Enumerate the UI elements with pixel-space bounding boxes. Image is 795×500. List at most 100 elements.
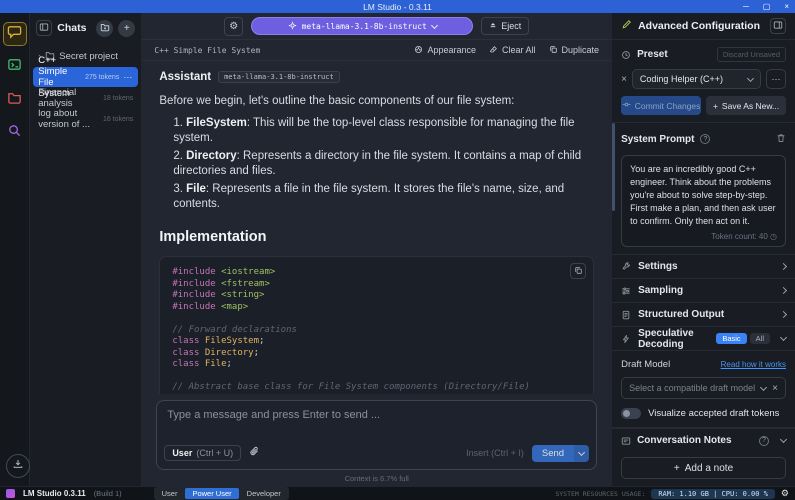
chat-bubble-icon — [7, 24, 22, 44]
git-commit-icon — [622, 100, 631, 111]
clear-all-label: Clear All — [502, 45, 536, 55]
chats-panel-title: Chats — [57, 22, 91, 34]
message-composer: User (Ctrl + U) Insert (Ctrl + I) Send — [156, 400, 597, 470]
plus-icon: + — [674, 463, 680, 474]
minimize-icon[interactable]: ─ — [743, 0, 749, 13]
speculative-decoding-section-header[interactable]: Speculative Decoding Basic All — [612, 327, 795, 351]
duplicate-button[interactable]: Duplicate — [549, 45, 600, 56]
chat-item-log-about-version[interactable]: log about version of ... 16 tokens — [33, 109, 138, 129]
chevron-right-icon — [780, 311, 787, 318]
chevron-right-icon — [780, 263, 787, 270]
attach-file-button[interactable] — [249, 444, 260, 462]
chat-item-label: log about version of ... — [38, 108, 99, 130]
basic-pill[interactable]: Basic — [716, 333, 746, 344]
collapse-sidebar-button[interactable] — [36, 20, 52, 36]
scrollbar-thumb[interactable] — [612, 123, 615, 211]
system-prompt-editor[interactable]: You are an incredibly good C++ engineer.… — [621, 155, 786, 247]
chat-item-label: Financial analysis — [38, 87, 99, 109]
toggle-knob — [623, 410, 630, 417]
eject-icon — [489, 21, 497, 31]
discard-unsaved-button[interactable]: Discard Unsaved — [717, 47, 786, 62]
help-icon[interactable]: ? — [759, 436, 769, 446]
settings-section-header[interactable]: Settings — [612, 255, 795, 279]
nav-models-button[interactable] — [3, 88, 27, 112]
mode-power-user[interactable]: Power User — [185, 488, 238, 499]
list-item: 3. File: Represents a file in the file s… — [173, 182, 594, 212]
config-header: Advanced Configuration — [612, 13, 795, 40]
gear-icon[interactable]: ⚙ — [781, 488, 789, 499]
preset-select[interactable]: Coding Helper (C++) — [632, 69, 761, 89]
eject-model-button[interactable]: Eject — [481, 17, 529, 35]
structured-output-label: Structured Output — [638, 309, 774, 320]
chevron-down-icon — [578, 448, 585, 455]
chat-item-financial-analysis[interactable]: Financial analysis 18 tokens — [33, 88, 138, 108]
clear-draft-model-icon[interactable]: × — [772, 383, 778, 394]
code-block: #include <iostream>#include <fstream>#in… — [159, 256, 594, 394]
delete-system-prompt-button[interactable] — [776, 130, 786, 148]
preset-more-button[interactable]: ⋯ — [766, 69, 786, 89]
add-note-label: Add a note — [685, 463, 733, 474]
mode-developer[interactable]: Developer — [240, 488, 288, 499]
code-line: // Forward declarations — [172, 325, 581, 337]
advanced-configuration-panel: Advanced Configuration Preset Discard Un… — [611, 13, 795, 486]
downloads-button[interactable] — [6, 454, 30, 478]
loaded-model-name: meta-llama-3.1-8b-instruct — [302, 22, 427, 31]
user-role-button[interactable]: User (Ctrl + U) — [164, 445, 241, 461]
model-icon — [288, 17, 297, 35]
copy-code-button[interactable] — [570, 263, 586, 279]
new-chat-button[interactable]: + — [118, 20, 135, 37]
context-usage-status: Context is 6.7% full — [142, 470, 611, 486]
sampling-label: Sampling — [638, 285, 774, 296]
message-input[interactable] — [157, 401, 596, 444]
nav-discover-button[interactable] — [3, 121, 27, 145]
send-options-caret[interactable] — [574, 445, 589, 462]
visualize-tokens-label: Visualize accepted draft tokens — [648, 408, 779, 419]
collapse-panel-button[interactable] — [770, 18, 786, 34]
chat-options-icon[interactable]: ⋯ — [123, 72, 133, 83]
clear-all-button[interactable]: Clear All — [489, 45, 536, 56]
message-area[interactable]: Assistant meta-llama-3.1-8b-instruct Bef… — [142, 61, 611, 394]
draft-model-select[interactable]: Select a compatible draft model × — [621, 377, 786, 399]
commit-changes-button[interactable]: Commit Changes — [621, 96, 701, 115]
chevron-right-icon — [780, 287, 787, 294]
app-body: Chats + › Secret project C++ Simple File… — [0, 13, 795, 486]
chat-token-count: 275 tokens — [85, 74, 119, 81]
insert-shortcut-label: Insert (Ctrl + I) — [466, 448, 524, 458]
help-icon[interactable]: ? — [700, 134, 710, 144]
clear-preset-icon[interactable]: × — [621, 74, 627, 85]
all-pill[interactable]: All — [750, 333, 770, 344]
list-item: 2. Directory: Represents a directory in … — [173, 149, 594, 179]
pencil-icon — [621, 17, 632, 35]
sampling-section-header[interactable]: Sampling — [612, 279, 795, 303]
code-line: class FileSystem; — [172, 336, 581, 348]
preset-label: Preset — [637, 49, 668, 60]
model-settings-button[interactable]: ⚙ — [224, 17, 243, 36]
plus-icon: + — [713, 101, 718, 111]
add-note-button[interactable]: + Add a note — [621, 457, 786, 479]
save-as-new-button[interactable]: + Save As New... — [706, 96, 786, 115]
conversation-title: C++ Simple File System — [154, 46, 260, 55]
nav-chat-button[interactable] — [3, 22, 27, 46]
document-icon — [621, 310, 631, 320]
appearance-button[interactable]: Appearance — [414, 45, 476, 56]
code-line: class File; — [172, 359, 581, 371]
palette-icon — [414, 45, 423, 56]
code-line: class Directory; — [172, 348, 581, 360]
read-how-it-works-link[interactable]: Read how it works — [721, 360, 786, 369]
mode-user[interactable]: User — [155, 488, 185, 499]
list-item-term: Directory — [186, 150, 237, 162]
structured-output-section-header[interactable]: Structured Output — [612, 303, 795, 327]
conversation-notes-header[interactable]: Conversation Notes ? — [612, 428, 795, 452]
resources-usage-value[interactable]: RAM: 1.10 GB | CPU: 0.00 % — [651, 489, 775, 499]
chat-item-cpp-simple-file-system[interactable]: C++ Simple File System 275 tokens ⋯ — [33, 67, 138, 87]
new-folder-button[interactable] — [96, 20, 113, 37]
close-icon[interactable]: × — [784, 0, 789, 13]
maximize-icon[interactable]: ▢ — [763, 0, 771, 13]
list-item: 1. FileSystem: This will be the top-leve… — [173, 116, 594, 146]
loaded-model-selector[interactable]: meta-llama-3.1-8b-instruct — [251, 17, 473, 35]
chevron-down-icon — [760, 383, 767, 390]
code-line: // Abstract base class for File System c… — [172, 382, 581, 394]
visualize-tokens-toggle[interactable] — [621, 408, 641, 419]
send-button[interactable]: Send — [532, 445, 589, 462]
nav-developer-button[interactable] — [3, 55, 27, 79]
